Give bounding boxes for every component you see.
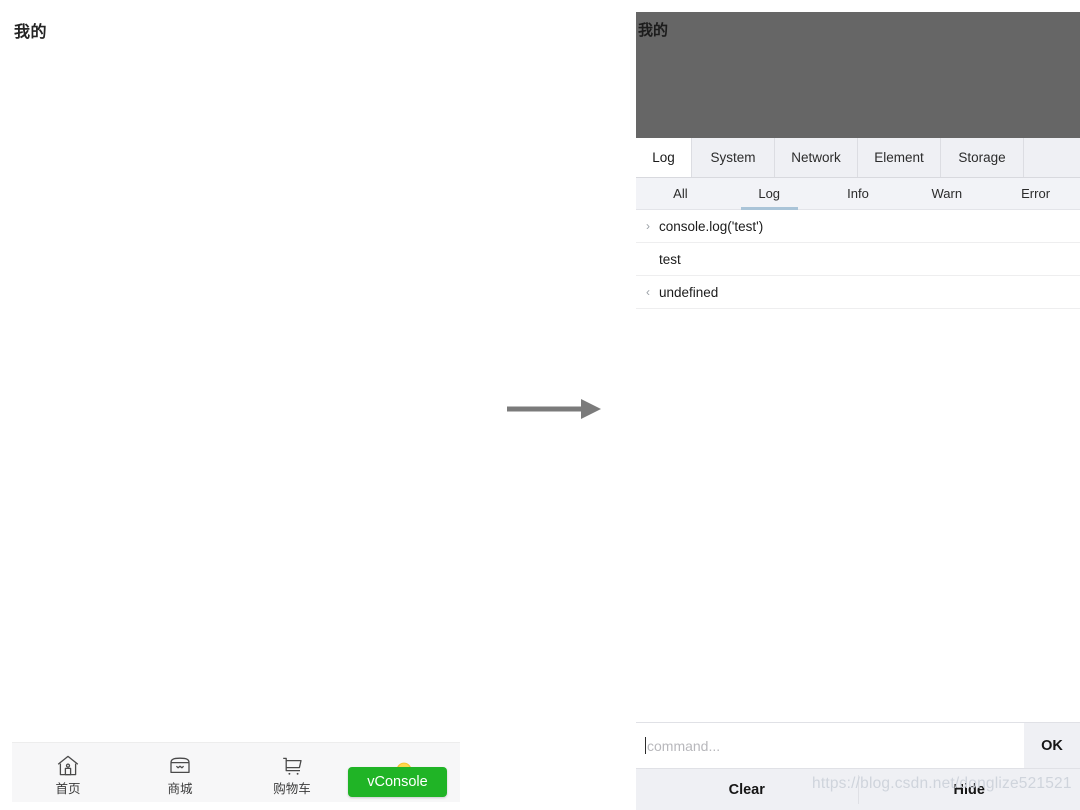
log-row[interactable]: test [636, 243, 1080, 276]
tab-item-store[interactable]: 商城 [124, 743, 236, 802]
tab-system[interactable]: System [692, 138, 775, 177]
tab-storage-label: Storage [958, 150, 1006, 165]
tab-log[interactable]: Log [636, 138, 692, 177]
vconsole-log-list[interactable]: › console.log('test') test ‹ undefined [636, 210, 1080, 722]
tab-item-cart[interactable]: 购物车 [236, 743, 348, 802]
command-input[interactable]: command... [636, 723, 1024, 768]
store-icon [167, 753, 193, 779]
right-arrow-icon [505, 396, 605, 422]
tab-label-store: 商城 [167, 782, 193, 797]
home-icon [55, 753, 81, 779]
ok-button-label: OK [1041, 737, 1063, 754]
log-row[interactable]: ‹ undefined [636, 276, 1080, 309]
tab-system-label: System [710, 150, 756, 165]
vconsole-toggle-button[interactable]: vConsole [348, 767, 447, 797]
ok-button[interactable]: OK [1024, 723, 1080, 768]
filter-all[interactable]: All [636, 178, 725, 209]
tab-label-home: 首页 [55, 782, 81, 797]
command-input-placeholder: command... [647, 737, 721, 754]
filter-info-label: Info [847, 186, 869, 201]
tab-element[interactable]: Element [858, 138, 941, 177]
watermark-text: https://blog.csdn.net/donglize521521 [812, 775, 1072, 792]
tab-overflow[interactable] [1024, 138, 1080, 177]
filter-log[interactable]: Log [725, 178, 814, 210]
log-row-text: undefined [659, 284, 719, 300]
vconsole-page-mask: 我的 [636, 12, 1080, 138]
vconsole-tab-bar: Log System Network Element Storage [636, 138, 1080, 178]
log-row[interactable]: › console.log('test') [636, 210, 1080, 243]
filter-info[interactable]: Info [814, 178, 903, 209]
log-row-text: test [659, 251, 681, 267]
filter-error[interactable]: Error [991, 178, 1080, 209]
log-row-text: console.log('test') [659, 218, 764, 234]
filter-log-label: Log [758, 186, 781, 201]
vconsole-panel: 我的 Log System Network Element Storage Al… [636, 12, 1080, 810]
expand-caret-icon: › [646, 219, 650, 233]
tab-storage[interactable]: Storage [941, 138, 1024, 177]
screenshot-root: 我的 首页 商城 购物车 vConsole 我的 Log System Netw… [0, 0, 1080, 810]
text-cursor [645, 737, 646, 754]
left-phone-screen: 我的 首页 商城 购物车 vConsole [0, 0, 460, 810]
tab-element-label: Element [874, 150, 924, 165]
vconsole-log-filter-bar: All Log Info Warn Error [636, 178, 1080, 210]
clear-button-label: Clear [728, 781, 765, 798]
tab-item-home[interactable]: 首页 [12, 743, 124, 802]
masked-page-title: 我的 [638, 22, 669, 39]
filter-all-label: All [673, 186, 688, 201]
filter-warn[interactable]: Warn [902, 178, 991, 209]
vconsole-command-bar: command... OK [636, 722, 1080, 768]
tab-network-label: Network [791, 150, 841, 165]
return-caret-icon: ‹ [646, 285, 650, 299]
vconsole-button-label: vConsole [367, 774, 428, 790]
filter-warn-label: Warn [931, 186, 963, 201]
filter-error-label: Error [1021, 186, 1051, 201]
shopping-cart-icon [279, 753, 305, 779]
page-title: 我的 [14, 24, 48, 41]
tab-log-label: Log [652, 150, 675, 165]
tab-label-cart: 购物车 [273, 782, 311, 797]
tab-network[interactable]: Network [775, 138, 858, 177]
